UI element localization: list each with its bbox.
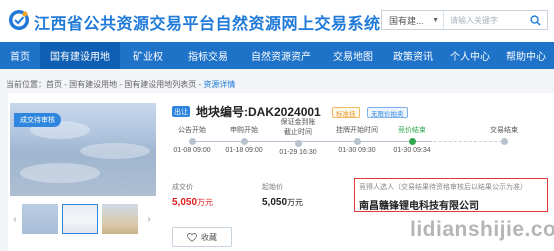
timeline-step-label: 保证金到账 [280,119,316,126]
breadcrumb-path[interactable]: 当前位置：首页 - 国有建设用地 - 国有建设用地列表页 - [6,80,203,89]
nav-item-state-land[interactable]: 国有建设用地 [40,42,120,69]
breadcrumb: 当前位置：首页 - 国有建设用地 - 国有建设用地列表页 - 资源详情 [6,79,235,90]
thumbnail-3[interactable] [102,204,138,234]
timeline-step: 挂牌开始时间 01-30 09:30 [326,127,388,154]
start-price-label: 起始价 [262,184,283,191]
timeline-step-label: 截止时间 [284,129,312,136]
search-icon [529,14,541,26]
timeline-step: 公告开始 01-08 09:00 [164,127,220,154]
thumb-next-icon[interactable]: › [144,208,154,230]
timeline-step-date: 01-29 16:30 [279,149,317,156]
watermark: lidianshijie.com [410,218,554,241]
nav-item-personal-center[interactable]: 个人中心 [442,42,498,69]
timeline-step-label: 交易结束 [490,127,518,134]
main-nav: 首页 国有建设用地 矿业权 指标交易 自然资源资产 交易地图 政策资讯 个人中心… [0,42,554,69]
nav-item-home[interactable]: 首页 [0,42,40,69]
timeline-dot [188,138,196,145]
winner-name: 南昌赣锋锂电科技有限公司 [359,201,479,212]
listing-type-tag: 标准挂 [332,107,360,118]
status-tag: 成交待审核 [14,113,61,127]
nav-item-help-center[interactable]: 帮助中心 [498,42,554,69]
start-price-unit: 万元 [287,198,304,207]
timeline-step-label: 申购开始 [230,127,258,134]
thumbnail-strip: ‹ › [10,204,156,234]
transfer-badge: 出让 [172,106,190,117]
site-title: 江西省公共资源交易平台自然资源网上交易系统 [34,16,381,33]
nav-item-quota-trading[interactable]: 指标交易 [176,42,240,69]
nav-item-natural-assets[interactable]: 自然资源资产 [240,42,322,69]
deal-price-label: 成交价 [172,184,193,191]
header: 江西省公共资源交易平台自然资源网上交易系统 国有建... ▼ [0,0,554,42]
timeline-dot [294,140,302,147]
timeline-step-current: 竞价结束 01-30 09:34 [384,127,440,154]
timeline-dot [353,138,361,145]
favorite-label: 收藏 [201,232,217,242]
nav-item-policy-news[interactable]: 政策资讯 [384,42,442,69]
timeline-step: 保证金到账 截止时间 01-29 16:30 [270,119,326,156]
timeline-step-date: 01-08 09:00 [173,147,211,154]
start-price: 5,050万元 [262,197,303,208]
deal-price: 5,050万元 [172,197,213,208]
favorite-button[interactable]: 收藏 [172,227,232,247]
timeline-step-date: 01-30 09:30 [338,147,376,154]
platform-logo-icon [9,10,29,30]
search-category-select[interactable]: 国有建... ▼ [382,11,444,29]
timeline-dot [408,138,416,145]
thumb-prev-icon[interactable]: ‹ [10,208,20,230]
timeline-step-label: 挂牌开始时间 [336,127,378,134]
auction-type-tag: 无限价拍卖 [367,107,408,118]
search-input[interactable] [444,12,519,28]
chevron-down-icon: ▼ [432,16,439,24]
timeline-step-date: 01-30 09:34 [393,147,431,154]
trade-timeline: 公告开始 01-08 09:00 申购开始 01-18 09:00 保证金到账 … [172,119,532,171]
timeline-dot [240,138,248,145]
winner-box: 竞得人选人（交易结果待资格审核后以结果公示为准） 南昌赣锋锂电科技有限公司 [354,178,548,212]
deal-price-unit: 万元 [197,198,214,207]
thumbnail-2[interactable] [62,204,98,234]
timeline-step-label: 公告开始 [178,127,206,134]
winner-label: 竞得人选人（交易结果待资格审核后以结果公示为准） [359,184,527,191]
plot-number: 地块编号:DAK2024001 [196,105,321,119]
thumbnail-1[interactable] [22,204,58,234]
timeline-step-label: 竞价结束 [398,127,426,134]
nav-item-mining-rights[interactable]: 矿业权 [120,42,176,69]
start-price-value: 5,050 [262,197,288,208]
plot-main-image[interactable]: 成交待审核 [10,103,156,196]
heart-icon [187,232,197,242]
timeline-step-date: 01-18 09:00 [225,147,263,154]
timeline-step: 申购开始 01-18 09:00 [216,127,272,154]
search-box: 国有建... ▼ [381,10,548,30]
timeline-step: 交易结束 [476,127,532,147]
nav-item-trade-map[interactable]: 交易地图 [322,42,384,69]
search-category-label: 国有建... [389,15,424,26]
breadcrumb-current: 资源详情 [203,80,236,89]
timeline-dot [500,138,508,145]
deal-price-value: 5,050 [172,197,198,208]
search-button[interactable] [523,11,547,29]
